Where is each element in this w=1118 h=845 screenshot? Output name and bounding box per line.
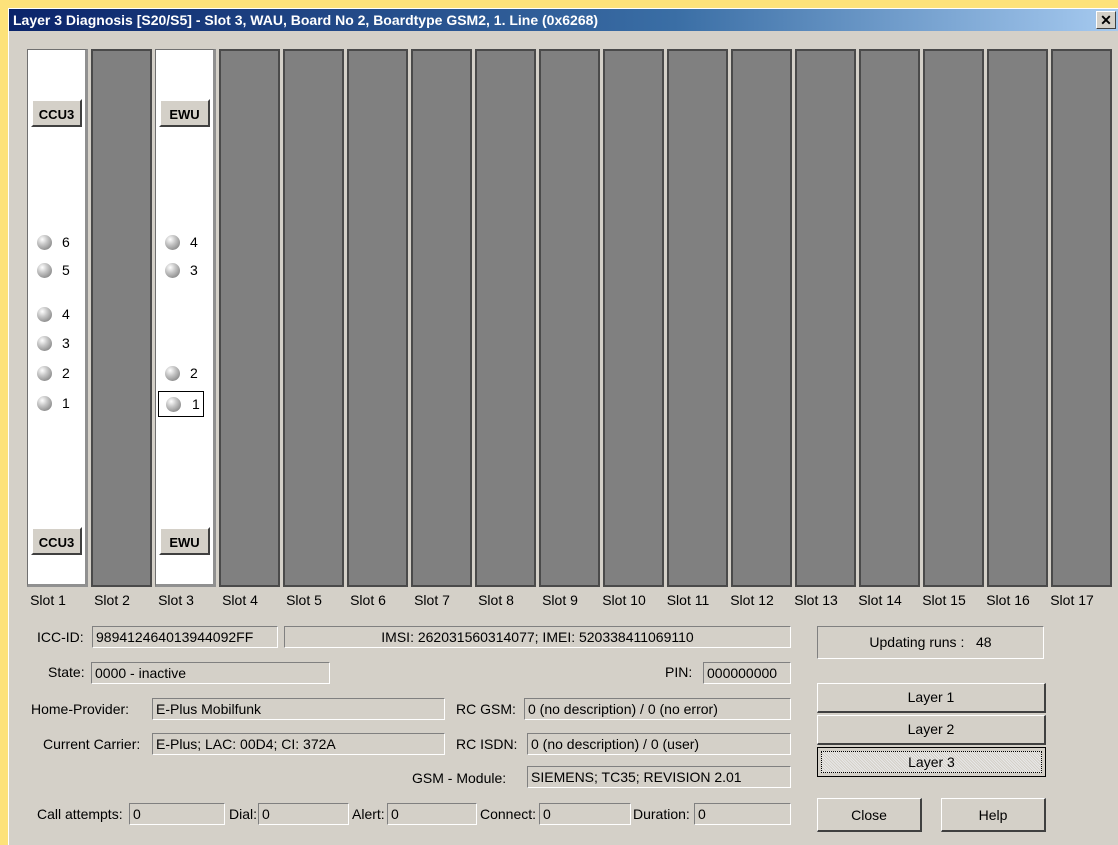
call-attempts-label: Call attempts: (37, 806, 123, 822)
current-carrier-label: Current Carrier: (43, 736, 141, 752)
slot-label: Slot 6 (350, 592, 386, 608)
slot-9-empty (539, 49, 600, 587)
updating-runs-label: Updating runs : (869, 634, 965, 650)
slot-label: Slot 7 (414, 592, 450, 608)
led-icon (165, 366, 180, 381)
duration-label: Duration: (633, 806, 690, 822)
slot-1-led-6[interactable]: 6 (36, 232, 76, 254)
slot-label: Slot 8 (478, 592, 514, 608)
rc-gsm-label: RC GSM: (456, 701, 516, 717)
slot-4-empty (219, 49, 280, 587)
pin-field: 000000000 (703, 662, 791, 684)
close-button[interactable]: Close (817, 798, 922, 832)
pin-label: PIN: (665, 664, 693, 680)
icc-id-label: ICC-ID: (37, 629, 84, 645)
connect-label: Connect: (480, 806, 537, 822)
call-attempts-field: 0 (129, 803, 225, 825)
duration-field: 0 (694, 803, 791, 825)
led-icon (37, 235, 52, 250)
gsm-module-label: GSM - Module: (412, 770, 507, 786)
slot-label: Slot 17 (1050, 592, 1094, 608)
updating-runs-panel: Updating runs : 48 (817, 626, 1044, 659)
alert-label: Alert: (352, 806, 385, 822)
dial-field: 0 (258, 803, 349, 825)
slot-10-empty (603, 49, 664, 587)
slot-label: Slot 2 (94, 592, 130, 608)
slot-3-led-1-selected[interactable]: 1 (158, 391, 204, 417)
led-icon (37, 307, 52, 322)
slot-label: Slot 10 (602, 592, 646, 608)
state-label: State: (48, 664, 85, 680)
slot-7-empty (411, 49, 472, 587)
connect-field: 0 (539, 803, 631, 825)
slot-label: Slot 14 (858, 592, 902, 608)
imsi-imei-field: IMSI: 262031560314077; IMEI: 52033841106… (284, 626, 791, 648)
slot-1-card-top-button[interactable]: CCU3 (31, 99, 82, 127)
dial-label: Dial: (229, 806, 258, 822)
slot-5-empty (283, 49, 344, 587)
slot-12-empty (731, 49, 792, 587)
led-icon (166, 397, 181, 412)
slot-label: Slot 16 (986, 592, 1030, 608)
slot-label: Slot 4 (222, 592, 258, 608)
slot-3-led-2[interactable]: 2 (164, 363, 204, 385)
slot-label: Slot 15 (922, 592, 966, 608)
slot-rack: CCU3 6 5 4 3 2 1 CCU3 EWU 4 3 2 1 EWU (27, 49, 1118, 589)
slot-1-card[interactable]: CCU3 6 5 4 3 2 1 CCU3 (27, 49, 88, 587)
led-icon (165, 235, 180, 250)
slot-17-empty (1051, 49, 1112, 587)
slot-1-led-4[interactable]: 4 (36, 304, 76, 326)
slot-3-card[interactable]: EWU 4 3 2 1 EWU (155, 49, 216, 587)
slot-label: Slot 3 (158, 592, 194, 608)
slot-1-led-2[interactable]: 2 (36, 363, 76, 385)
home-provider-label: Home-Provider: (31, 701, 130, 717)
slot-label: Slot 12 (730, 592, 774, 608)
title-bar[interactable]: Layer 3 Diagnosis [S20/S5] - Slot 3, WAU… (9, 9, 1118, 31)
led-icon (37, 263, 52, 278)
window-title: Layer 3 Diagnosis [S20/S5] - Slot 3, WAU… (13, 12, 599, 28)
led-icon (37, 396, 52, 411)
slot-6-empty (347, 49, 408, 587)
updating-runs-value: 48 (976, 634, 992, 650)
icc-id-field: 989412464013944092FF (92, 626, 278, 648)
slot-1-led-3[interactable]: 3 (36, 333, 76, 355)
slot-label: Slot 5 (286, 592, 322, 608)
layer-1-button[interactable]: Layer 1 (817, 683, 1046, 713)
slot-16-empty (987, 49, 1048, 587)
led-icon (165, 263, 180, 278)
led-icon (37, 336, 52, 351)
state-field: 0000 - inactive (91, 662, 330, 684)
slot-label: Slot 11 (666, 592, 710, 608)
slot-label: Slot 1 (30, 592, 66, 608)
slot-15-empty (923, 49, 984, 587)
rc-gsm-field: 0 (no description) / 0 (no error) (524, 698, 791, 720)
slot-3-card-top-button[interactable]: EWU (159, 99, 210, 127)
slot-label: Slot 13 (794, 592, 838, 608)
slot-1-led-1[interactable]: 1 (36, 393, 76, 415)
slot-11-empty (667, 49, 728, 587)
slot-14-empty (859, 49, 920, 587)
help-button[interactable]: Help (941, 798, 1046, 832)
slot-13-empty (795, 49, 856, 587)
layer-3-button[interactable]: Layer 3 (817, 747, 1046, 777)
slot-2-empty (91, 49, 152, 587)
slot-1-led-5[interactable]: 5 (36, 260, 76, 282)
current-carrier-field: E-Plus; LAC: 00D4; CI: 372A (152, 733, 445, 755)
gsm-module-field: SIEMENS; TC35; REVISION 2.01 (527, 766, 791, 788)
home-provider-field: E-Plus Mobilfunk (152, 698, 445, 720)
rc-isdn-field: 0 (no description) / 0 (user) (527, 733, 791, 755)
slot-3-card-bottom-button[interactable]: EWU (159, 527, 210, 555)
slot-1-card-bottom-button[interactable]: CCU3 (31, 527, 82, 555)
led-icon (37, 366, 52, 381)
layer-2-button[interactable]: Layer 2 (817, 715, 1046, 745)
slot-3-led-3[interactable]: 3 (164, 260, 204, 282)
window-close-button[interactable]: ✕ (1096, 11, 1116, 29)
rc-isdn-label: RC ISDN: (456, 736, 518, 752)
slot-label: Slot 9 (542, 592, 578, 608)
slot-3-led-4[interactable]: 4 (164, 232, 204, 254)
alert-field: 0 (387, 803, 477, 825)
close-icon: ✕ (1100, 12, 1112, 28)
slot-8-empty (475, 49, 536, 587)
